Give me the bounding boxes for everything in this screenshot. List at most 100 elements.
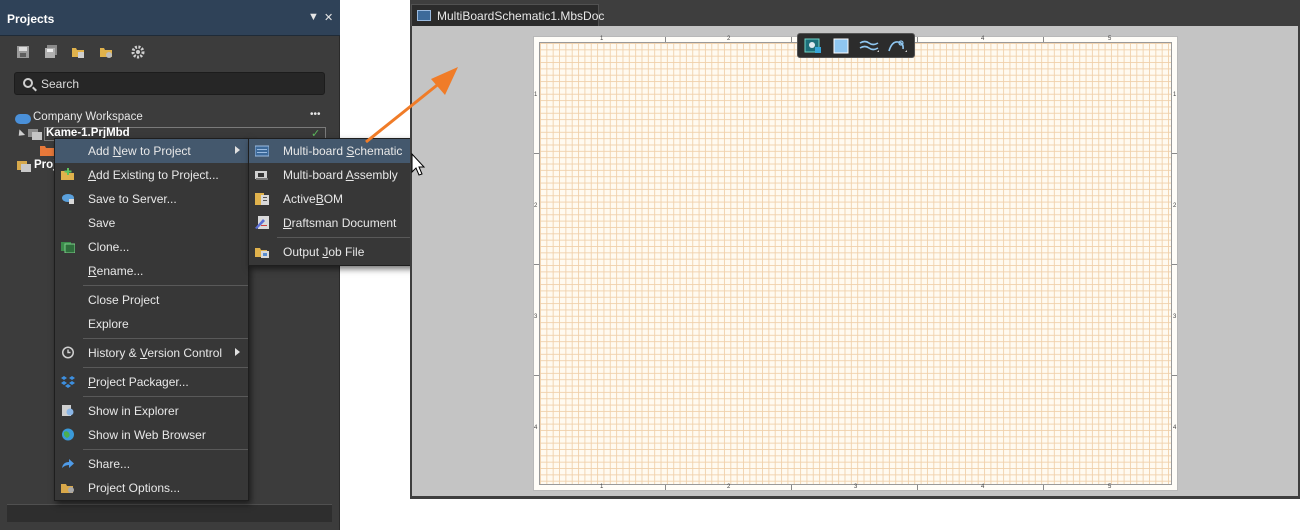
folder-settings-icon[interactable] bbox=[99, 45, 113, 59]
workspace-label: Company Workspace bbox=[33, 111, 143, 123]
save-icon[interactable] bbox=[16, 45, 30, 59]
menu-item-label: Multi-board Assembly bbox=[283, 168, 398, 182]
menu-item-show-in-web-browser[interactable]: Show in Web Browser bbox=[55, 423, 248, 447]
menu-item-label: Multi-board Schematic bbox=[283, 144, 403, 158]
editor-canvas[interactable]: 1 2 4 5 1 2 3 4 5 1 2 3 4 1 2 3 4 bbox=[412, 26, 1298, 496]
tree-item-folder[interactable] bbox=[0, 143, 60, 159]
search-box bbox=[14, 72, 325, 95]
menu-item-label: Save bbox=[88, 216, 116, 230]
clone-icon bbox=[61, 242, 75, 253]
panel-menu-button[interactable]: ▼ bbox=[308, 11, 319, 23]
editor-window: MultiBoardSchematic1.MbsDoc 1 2 4 5 1 2 … bbox=[410, 0, 1300, 499]
menu-item-label: Explore bbox=[88, 317, 129, 331]
cloud-icon bbox=[15, 114, 31, 124]
open-folder-icon[interactable] bbox=[71, 45, 85, 59]
active-bar bbox=[797, 33, 915, 58]
add-existing-icon bbox=[61, 168, 74, 180]
panel-title: Projects bbox=[7, 12, 55, 26]
menu-item-save-to-server[interactable]: Save to Server... bbox=[55, 187, 248, 211]
zone-label: 2 bbox=[1173, 203, 1177, 209]
history-icon bbox=[62, 346, 74, 359]
place-wire-icon[interactable] bbox=[858, 37, 880, 55]
submenu-arrow-icon bbox=[235, 146, 240, 154]
cloud-save-icon bbox=[62, 194, 74, 204]
zone-tick bbox=[917, 37, 918, 42]
menu-item-share[interactable]: Share... bbox=[55, 452, 248, 476]
zone-tick bbox=[1172, 264, 1177, 265]
zone-label: 3 bbox=[1173, 314, 1177, 320]
document-tab[interactable]: MultiBoardSchematic1.MbsDoc bbox=[411, 4, 604, 26]
zone-label: 4 bbox=[1173, 425, 1177, 431]
schematic-sheet: 1 2 4 5 1 2 3 4 5 1 2 3 4 1 2 3 4 bbox=[533, 36, 1178, 491]
multiboard-schematic-doc-icon bbox=[417, 10, 431, 21]
collapse-arrow-icon[interactable] bbox=[15, 129, 26, 139]
menu-item-label: Show in Explorer bbox=[88, 404, 179, 418]
menu-item-add-existing-to-project[interactable]: Add Existing to Project... bbox=[55, 163, 248, 187]
submenu-item-output-job-file[interactable]: Output Job File bbox=[249, 240, 431, 264]
panel-toolbar bbox=[0, 36, 340, 68]
menu-item-project-packager[interactable]: Project Packager... bbox=[55, 370, 248, 394]
menu-item-show-in-explorer[interactable]: Show in Explorer bbox=[55, 399, 248, 423]
multiboard-project-icon bbox=[28, 129, 42, 140]
zone-tick bbox=[1172, 375, 1177, 376]
zone-tick bbox=[917, 485, 918, 490]
tree-item-workspace[interactable]: Company Workspace ••• bbox=[0, 109, 340, 127]
menu-item-label: ActiveBOM bbox=[283, 192, 344, 206]
menu-item-label: Project Packager... bbox=[88, 375, 189, 389]
gear-icon[interactable] bbox=[131, 45, 145, 59]
submenu-arrow-icon bbox=[235, 348, 240, 356]
zone-label: 2 bbox=[534, 203, 538, 209]
menu-item-label: Clone... bbox=[88, 240, 130, 254]
menu-item-add-new-to-project[interactable]: Add New to Project bbox=[55, 139, 248, 163]
menu-item-label: Add Existing to Project... bbox=[88, 168, 219, 182]
folder-icon bbox=[40, 146, 54, 156]
sheet-grid bbox=[539, 42, 1172, 485]
place-harness-icon[interactable] bbox=[886, 37, 908, 55]
tree-item-project-2[interactable]: Proj bbox=[0, 159, 60, 175]
zone-tick bbox=[534, 375, 539, 376]
zone-tick bbox=[534, 264, 539, 265]
menu-item-label: Add New to Project bbox=[88, 144, 191, 158]
multiboard-assembly-icon bbox=[255, 171, 268, 180]
place-sheet-icon[interactable] bbox=[830, 37, 852, 55]
menu-separator bbox=[83, 338, 248, 339]
menu-item-close-project[interactable]: Close Project bbox=[55, 288, 248, 312]
panel-close-button[interactable]: ✕ bbox=[324, 11, 333, 24]
menu-separator bbox=[83, 285, 248, 286]
zone-label: 5 bbox=[1108, 36, 1112, 42]
menu-item-save[interactable]: Save bbox=[55, 211, 248, 235]
submenu-item-multiboard-schematic[interactable]: Multi-board Schematic bbox=[249, 139, 431, 163]
menu-item-label: History & Version Control bbox=[88, 346, 223, 360]
place-module-icon[interactable] bbox=[802, 37, 824, 55]
zone-tick bbox=[791, 485, 792, 490]
menu-item-label: Output Job File bbox=[283, 245, 365, 259]
submenu-item-multiboard-assembly[interactable]: Multi-board Assembly bbox=[249, 163, 431, 187]
zone-label: 3 bbox=[534, 314, 538, 320]
zone-label: 2 bbox=[727, 484, 731, 490]
submenu-item-draftsman-document[interactable]: Draftsman Document bbox=[249, 211, 431, 235]
menu-item-explore[interactable]: Explore bbox=[55, 312, 248, 336]
zone-label: 4 bbox=[981, 36, 985, 42]
zone-tick bbox=[1043, 485, 1044, 490]
submenu-item-activebom[interactable]: ActiveBOM bbox=[249, 187, 431, 211]
multiboard-schematic-icon bbox=[255, 145, 269, 157]
project-group-icon bbox=[17, 161, 31, 172]
search-input[interactable] bbox=[41, 76, 311, 92]
menu-item-rename[interactable]: Rename... bbox=[55, 259, 248, 283]
output-job-icon bbox=[255, 248, 269, 258]
workspace-more-button[interactable]: ••• bbox=[310, 109, 321, 120]
menu-separator bbox=[83, 449, 248, 450]
document-tab-label: MultiBoardSchematic1.MbsDoc bbox=[437, 9, 605, 23]
zone-label: 5 bbox=[1108, 484, 1112, 490]
menu-item-label: Rename... bbox=[88, 264, 144, 278]
menu-item-label: Save to Server... bbox=[88, 192, 177, 206]
menu-item-label: Project Options... bbox=[88, 481, 181, 495]
menu-item-clone[interactable]: Clone... bbox=[55, 235, 248, 259]
menu-separator bbox=[277, 237, 431, 238]
menu-item-label: Show in Web Browser bbox=[88, 428, 206, 442]
menu-separator bbox=[83, 396, 248, 397]
save-all-icon[interactable] bbox=[44, 45, 58, 59]
projects-panel-header: Projects ▼ ✕ bbox=[0, 0, 340, 36]
menu-item-project-options[interactable]: Project Options... bbox=[55, 476, 248, 500]
menu-item-history-version-control[interactable]: History & Version Control bbox=[55, 341, 248, 365]
